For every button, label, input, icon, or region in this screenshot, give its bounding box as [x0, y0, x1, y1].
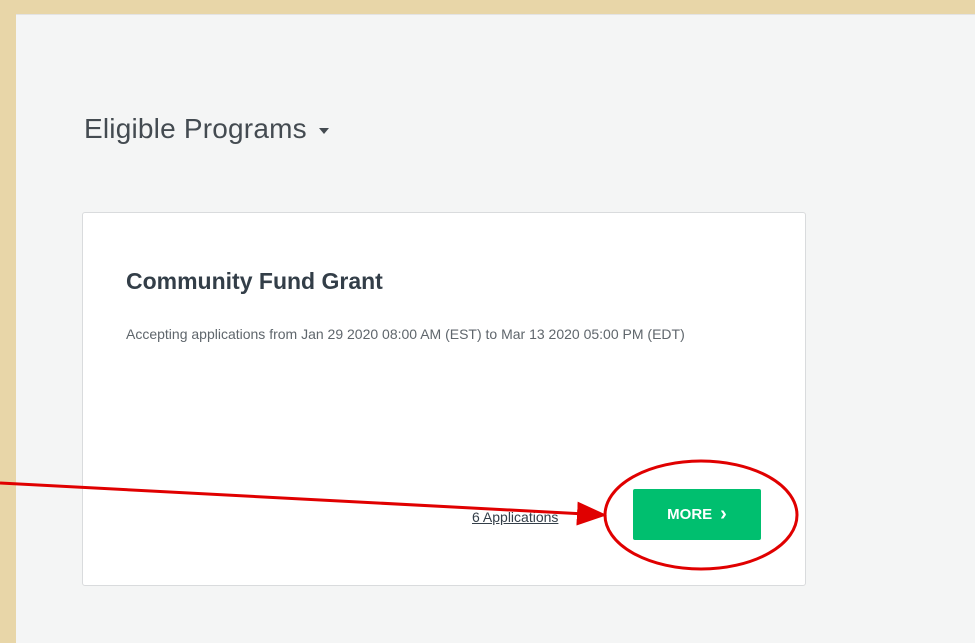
more-button-label: MORE: [667, 506, 713, 523]
program-title: Community Fund Grant: [126, 268, 383, 294]
program-description: Accepting applications from Jan 29 2020 …: [126, 326, 685, 342]
eligible-programs-dropdown[interactable]: Eligible Programs: [84, 113, 329, 145]
more-button[interactable]: MORE ›: [633, 489, 761, 540]
applications-link[interactable]: 6 Applications: [472, 509, 558, 525]
chevron-right-icon: ›: [720, 502, 727, 525]
program-card: Community Fund Grant Accepting applicati…: [82, 212, 806, 586]
main-panel: Eligible Programs Community Fund Grant A…: [16, 14, 975, 643]
section-title: Eligible Programs: [84, 113, 307, 144]
caret-down-icon: [318, 128, 329, 134]
